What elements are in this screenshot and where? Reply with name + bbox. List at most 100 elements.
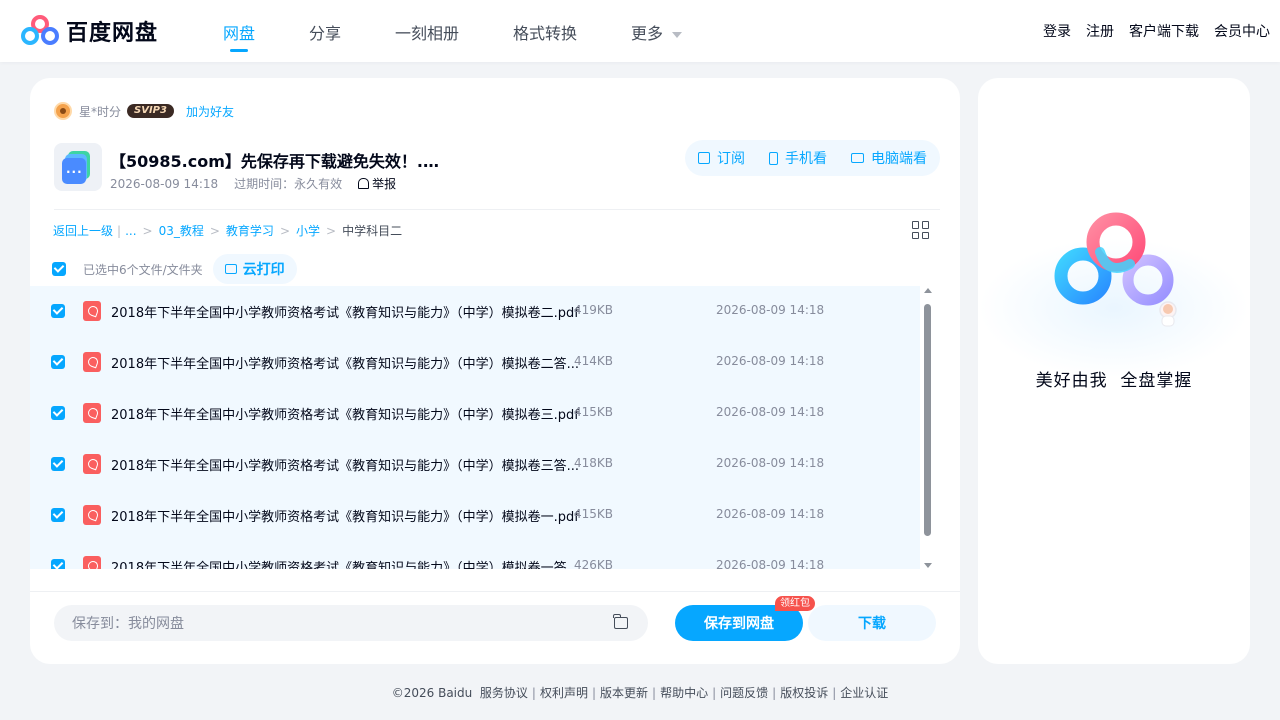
scroll-up-arrow-icon[interactable]: [924, 288, 932, 293]
scroll-down-arrow-icon[interactable]: [924, 563, 932, 568]
file-list-scrollbar[interactable]: [922, 288, 934, 571]
pdf-file-icon: [83, 352, 101, 372]
selection-toolbar: 已选中6个文件/文件夹 云打印: [52, 254, 297, 284]
download-button[interactable]: 下载: [808, 605, 936, 641]
footer-link-rights[interactable]: 权利声明: [540, 686, 588, 700]
nav-active-indicator: [230, 49, 248, 52]
view-on-pc-button[interactable]: 电脑端看: [839, 148, 927, 168]
red-packet-badge[interactable]: 领红包: [775, 596, 815, 611]
file-checkbox[interactable]: [51, 406, 65, 420]
top-navigation-bar: 百度网盘 网盘 分享 一刻相册 格式转换 更多 登录 注册 客户端下载 会员中心: [0, 0, 1280, 62]
nav-item-share[interactable]: 分享: [309, 20, 341, 44]
select-all-checkbox[interactable]: [52, 262, 66, 276]
file-checkbox[interactable]: [51, 559, 65, 569]
shared-folder-icon: ···: [54, 143, 102, 191]
nav-more-label: 更多: [631, 24, 664, 43]
file-row[interactable]: 2018年下半年全国中小学教师资格考试《教育知识与能力》（中学）模拟卷三.pdf…: [30, 388, 920, 438]
nav-item-more[interactable]: 更多: [631, 20, 683, 44]
phone-icon: [769, 151, 778, 165]
share-actions: 订阅 手机看 电脑端看: [685, 140, 940, 176]
breadcrumb-ellipsis[interactable]: ...: [125, 224, 136, 238]
breadcrumb-current: 中学科目二: [342, 224, 403, 238]
monitor-icon: [851, 153, 864, 163]
report-label: 举报: [372, 177, 397, 191]
file-size: 415KB: [574, 405, 614, 419]
file-row[interactable]: 2018年下半年全国中小学教师资格考试《教育知识与能力》（中学）模拟卷三答...…: [30, 439, 920, 489]
breadcrumb-item-primary[interactable]: 小学: [296, 222, 320, 239]
file-name[interactable]: 2018年下半年全国中小学教师资格考试《教育知识与能力》（中学）模拟卷二.pdf: [111, 302, 579, 321]
footer-link-enterprise[interactable]: 企业认证: [840, 686, 888, 700]
scrollbar-thumb[interactable]: [924, 304, 931, 536]
view-on-phone-button[interactable]: 手机看: [757, 148, 839, 168]
grid-view-icon[interactable]: [912, 221, 930, 239]
footer-link-help[interactable]: 帮助中心: [660, 686, 708, 700]
share-date: 2026-08-09 14:18: [110, 176, 219, 191]
file-checkbox[interactable]: [51, 457, 65, 471]
file-date: 2026-08-09 14:18: [716, 456, 825, 470]
client-download-link[interactable]: 客户端下载: [1129, 21, 1199, 41]
brand-name: 百度网盘: [66, 21, 159, 46]
report-link[interactable]: 举报: [358, 175, 396, 192]
view-on-pc-label: 电脑端看: [871, 151, 927, 167]
subscribe-button[interactable]: 订阅: [698, 148, 757, 168]
file-row[interactable]: 2018年下半年全国中小学教师资格考试《教育知识与能力》（中学）模拟卷二答...…: [30, 337, 920, 387]
promo-card: 美好由我 全盘掌握: [978, 78, 1250, 664]
file-name[interactable]: 2018年下半年全国中小学教师资格考试《教育知识与能力》（中学）模拟卷一.pdf: [111, 506, 579, 525]
nav-item-album[interactable]: 一刻相册: [395, 20, 459, 44]
breadcrumb-back[interactable]: 返回上一级: [53, 222, 113, 239]
warning-bell-icon: [358, 178, 370, 189]
file-row[interactable]: 2018年下半年全国中小学教师资格考试《教育知识与能力》（中学）模拟卷一.pdf…: [30, 490, 920, 540]
file-size: 414KB: [574, 354, 614, 368]
selected-count-text: 已选中6个文件/文件夹: [83, 262, 203, 277]
footer-link-copyright-complaint[interactable]: 版权投诉: [780, 686, 828, 700]
footer-link-feedback[interactable]: 问题反馈: [720, 686, 768, 700]
share-expire: 过期时间：永久有效: [234, 177, 343, 191]
file-list[interactable]: 2018年下半年全国中小学教师资格考试《教育知识与能力》（中学）模拟卷二.pdf…: [30, 286, 920, 569]
brand-logo[interactable]: 百度网盘: [20, 14, 158, 48]
breadcrumb-item-tutorial[interactable]: 03_教程: [159, 222, 204, 239]
share-title: 【50985.com】先保存再下载避免失效！.…: [110, 152, 439, 171]
footer-divider: [30, 591, 960, 592]
breadcrumb: 返回上一级 | ... > 03_教程 > 教育学习 > 小学 > 中学科目二: [53, 222, 403, 239]
subscribe-label: 订阅: [717, 151, 745, 167]
nav-item-format-convert[interactable]: 格式转换: [513, 20, 577, 44]
cloud-print-button[interactable]: 云打印: [212, 254, 297, 284]
file-checkbox[interactable]: [51, 355, 65, 369]
pdf-file-icon: [83, 505, 101, 525]
file-size: 418KB: [574, 456, 614, 470]
save-path-selector[interactable]: 保存到：我的网盘: [54, 605, 648, 641]
file-row[interactable]: 2018年下半年全国中小学教师资格考试《教育知识与能力》（中学）模拟卷一答...…: [30, 541, 920, 569]
file-date: 2026-08-09 14:18: [716, 405, 825, 419]
file-size: 426KB: [574, 558, 614, 569]
folder-icon[interactable]: [613, 614, 628, 629]
footer-link-service-agreement[interactable]: 服务协议: [480, 686, 528, 700]
register-link[interactable]: 注册: [1086, 21, 1114, 41]
pdf-file-icon: [83, 403, 101, 423]
file-checkbox[interactable]: [51, 304, 65, 318]
sharer-name[interactable]: 星*时分: [79, 103, 121, 120]
share-meta: 2026-08-09 14:18 过期时间：永久有效 举报: [110, 175, 396, 192]
file-checkbox[interactable]: [51, 508, 65, 522]
add-friend-link[interactable]: 加为好友: [186, 103, 234, 120]
footer-link-version[interactable]: 版本更新: [600, 686, 648, 700]
file-date: 2026-08-09 14:18: [716, 354, 825, 368]
printer-icon: [224, 264, 237, 274]
login-link[interactable]: 登录: [1043, 21, 1071, 41]
promo-slogan: 美好由我 全盘掌握: [1035, 371, 1193, 391]
member-center-link[interactable]: 会员中心: [1214, 21, 1270, 41]
chevron-down-icon: [672, 31, 683, 38]
sharer-avatar[interactable]: [54, 102, 72, 120]
file-name[interactable]: 2018年下半年全国中小学教师资格考试《教育知识与能力》（中学）模拟卷三答...: [111, 455, 579, 474]
page-footer: ©2026 Baidu 服务协议 | 权利声明 | 版本更新 | 帮助中心 | 问题反馈 | 版权投…: [391, 686, 889, 700]
pdf-file-icon: [83, 556, 101, 569]
file-name[interactable]: 2018年下半年全国中小学教师资格考试《教育知识与能力》（中学）模拟卷一答...: [111, 557, 579, 569]
file-name[interactable]: 2018年下半年全国中小学教师资格考试《教育知识与能力》（中学）模拟卷二答...: [111, 353, 579, 372]
file-row[interactable]: 2018年下半年全国中小学教师资格考试《教育知识与能力》（中学）模拟卷二.pdf…: [30, 286, 920, 336]
file-name[interactable]: 2018年下半年全国中小学教师资格考试《教育知识与能力》（中学）模拟卷三.pdf: [111, 404, 579, 423]
svip-badge: SVIP3: [127, 104, 174, 118]
view-on-phone-label: 手机看: [785, 151, 827, 167]
breadcrumb-item-education[interactable]: 教育学习: [226, 222, 274, 239]
nav-item-netdisk[interactable]: 网盘: [223, 20, 255, 44]
top-right-links: 登录 注册 客户端下载 会员中心: [1043, 21, 1270, 41]
file-size: 419KB: [574, 303, 614, 317]
